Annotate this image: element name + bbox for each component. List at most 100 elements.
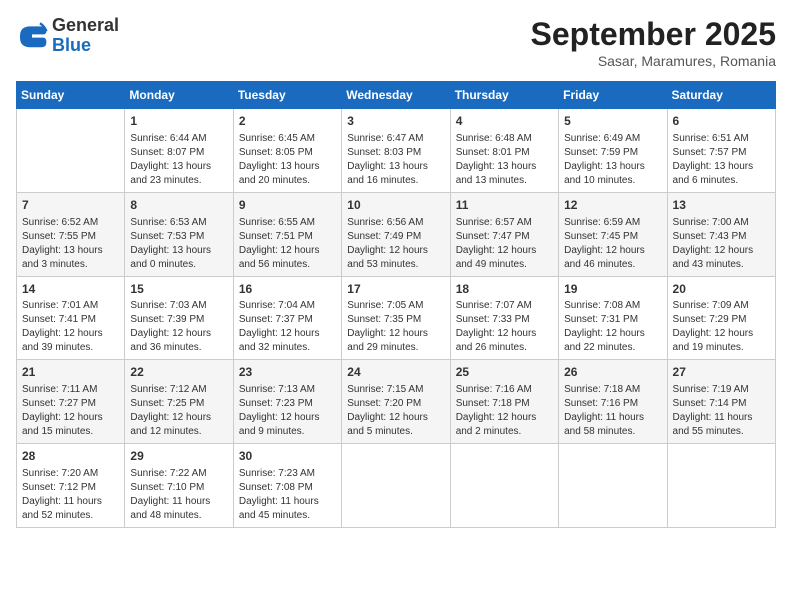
calendar-day-cell: 9 Sunrise: 6:55 AM Sunset: 7:51 PM Daylig… (233, 192, 341, 276)
day-number: 17 (347, 281, 444, 298)
day-info: Sunrise: 6:52 AM Sunset: 7:55 PM Dayligh… (22, 216, 119, 272)
calendar-day-cell: 17Sunrise: 7:05 AM Sunset: 7:35 PM Dayli… (342, 276, 450, 360)
calendar-day-cell: 19Sunrise: 7:08 AM Sunset: 7:31 PM Dayli… (559, 276, 667, 360)
calendar-day-cell: 23Sunrise: 7:13 AM Sunset: 7:23 PM Dayli… (233, 360, 341, 444)
day-number: 13 (673, 197, 770, 214)
calendar-day-cell (559, 444, 667, 528)
weekday-header-cell: Wednesday (342, 82, 450, 109)
day-info: Sunrise: 7:16 AM Sunset: 7:18 PM Dayligh… (456, 383, 553, 439)
weekday-header-cell: Monday (125, 82, 233, 109)
day-number: 23 (239, 364, 336, 381)
calendar-week-row: 21Sunrise: 7:11 AM Sunset: 7:27 PM Dayli… (17, 360, 776, 444)
day-info: Sunrise: 7:22 AM Sunset: 7:10 PM Dayligh… (130, 467, 227, 523)
day-info: Sunrise: 6:55 AM Sunset: 7:51 PM Dayligh… (239, 216, 336, 272)
day-number: 4 (456, 113, 553, 130)
day-number: 24 (347, 364, 444, 381)
day-info: Sunrise: 7:20 AM Sunset: 7:12 PM Dayligh… (22, 467, 119, 523)
calendar-day-cell: 18Sunrise: 7:07 AM Sunset: 7:33 PM Dayli… (450, 276, 558, 360)
calendar-week-row: 1Sunrise: 6:44 AM Sunset: 8:07 PM Daylig… (17, 109, 776, 193)
calendar-day-cell: 29 Sunrise: 7:22 AM Sunset: 7:10 PM Dayli… (125, 444, 233, 528)
calendar-week-row: 7 Sunrise: 6:52 AM Sunset: 7:55 PM Daylig… (17, 192, 776, 276)
calendar-day-cell: 16Sunrise: 7:04 AM Sunset: 7:37 PM Dayli… (233, 276, 341, 360)
day-info: Sunrise: 7:15 AM Sunset: 7:20 PM Dayligh… (347, 383, 444, 439)
day-info: Sunrise: 6:45 AM Sunset: 8:05 PM Dayligh… (239, 132, 336, 188)
day-number: 18 (456, 281, 553, 298)
day-info: Sunrise: 6:48 AM Sunset: 8:01 PM Dayligh… (456, 132, 553, 188)
calendar-day-cell: 30 Sunrise: 7:23 AM Sunset: 7:08 PM Dayli… (233, 444, 341, 528)
weekday-header-cell: Saturday (667, 82, 775, 109)
weekday-header-row: SundayMondayTuesdayWednesdayThursdayFrid… (17, 82, 776, 109)
calendar-body: 1Sunrise: 6:44 AM Sunset: 8:07 PM Daylig… (17, 109, 776, 528)
calendar-day-cell (17, 109, 125, 193)
day-info: Sunrise: 7:09 AM Sunset: 7:29 PM Dayligh… (673, 299, 770, 355)
calendar-day-cell: 5 Sunrise: 6:49 AM Sunset: 7:59 PM Daylig… (559, 109, 667, 193)
calendar-day-cell: 21Sunrise: 7:11 AM Sunset: 7:27 PM Dayli… (17, 360, 125, 444)
calendar-day-cell: 2 Sunrise: 6:45 AM Sunset: 8:05 PM Daylig… (233, 109, 341, 193)
day-info: Sunrise: 6:59 AM Sunset: 7:45 PM Dayligh… (564, 216, 661, 272)
day-number: 7 (22, 197, 119, 214)
day-info: Sunrise: 7:04 AM Sunset: 7:37 PM Dayligh… (239, 299, 336, 355)
logo: General Blue (16, 16, 119, 56)
day-number: 20 (673, 281, 770, 298)
location-subtitle: Sasar, Maramures, Romania (531, 53, 776, 69)
day-info: Sunrise: 7:23 AM Sunset: 7:08 PM Dayligh… (239, 467, 336, 523)
calendar-day-cell: 7 Sunrise: 6:52 AM Sunset: 7:55 PM Daylig… (17, 192, 125, 276)
day-number: 25 (456, 364, 553, 381)
calendar-day-cell: 1Sunrise: 6:44 AM Sunset: 8:07 PM Daylig… (125, 109, 233, 193)
weekday-header-cell: Thursday (450, 82, 558, 109)
day-number: 11 (456, 197, 553, 214)
day-info: Sunrise: 7:07 AM Sunset: 7:33 PM Dayligh… (456, 299, 553, 355)
calendar-day-cell: 26 Sunrise: 7:18 AM Sunset: 7:16 PM Dayli… (559, 360, 667, 444)
day-info: Sunrise: 6:47 AM Sunset: 8:03 PM Dayligh… (347, 132, 444, 188)
calendar-day-cell (450, 444, 558, 528)
page-header: General Blue September 2025 Sasar, Maram… (16, 16, 776, 69)
day-info: Sunrise: 7:18 AM Sunset: 7:16 PM Dayligh… (564, 383, 661, 439)
day-info: Sunrise: 7:12 AM Sunset: 7:25 PM Dayligh… (130, 383, 227, 439)
day-number: 28 (22, 448, 119, 465)
day-number: 27 (673, 364, 770, 381)
logo-text: General Blue (52, 16, 119, 56)
day-info: Sunrise: 6:56 AM Sunset: 7:49 PM Dayligh… (347, 216, 444, 272)
calendar-day-cell: 22 Sunrise: 7:12 AM Sunset: 7:25 PM Dayli… (125, 360, 233, 444)
day-number: 26 (564, 364, 661, 381)
day-number: 3 (347, 113, 444, 130)
calendar-day-cell: 13 Sunrise: 7:00 AM Sunset: 7:43 PM Dayli… (667, 192, 775, 276)
calendar-week-row: 28 Sunrise: 7:20 AM Sunset: 7:12 PM Dayli… (17, 444, 776, 528)
weekday-header-cell: Sunday (17, 82, 125, 109)
day-info: Sunrise: 6:57 AM Sunset: 7:47 PM Dayligh… (456, 216, 553, 272)
weekday-header-cell: Tuesday (233, 82, 341, 109)
day-info: Sunrise: 7:03 AM Sunset: 7:39 PM Dayligh… (130, 299, 227, 355)
calendar-day-cell: 3 Sunrise: 6:47 AM Sunset: 8:03 PM Daylig… (342, 109, 450, 193)
day-number: 15 (130, 281, 227, 298)
calendar-table: SundayMondayTuesdayWednesdayThursdayFrid… (16, 81, 776, 528)
title-block: September 2025 Sasar, Maramures, Romania (531, 16, 776, 69)
day-info: Sunrise: 7:00 AM Sunset: 7:43 PM Dayligh… (673, 216, 770, 272)
day-number: 6 (673, 113, 770, 130)
day-number: 9 (239, 197, 336, 214)
day-info: Sunrise: 7:11 AM Sunset: 7:27 PM Dayligh… (22, 383, 119, 439)
calendar-day-cell: 25 Sunrise: 7:16 AM Sunset: 7:18 PM Dayli… (450, 360, 558, 444)
calendar-day-cell: 8 Sunrise: 6:53 AM Sunset: 7:53 PM Daylig… (125, 192, 233, 276)
day-number: 12 (564, 197, 661, 214)
day-info: Sunrise: 7:05 AM Sunset: 7:35 PM Dayligh… (347, 299, 444, 355)
day-number: 30 (239, 448, 336, 465)
day-number: 2 (239, 113, 336, 130)
day-number: 5 (564, 113, 661, 130)
day-number: 19 (564, 281, 661, 298)
calendar-day-cell: 4 Sunrise: 6:48 AM Sunset: 8:01 PM Daylig… (450, 109, 558, 193)
day-number: 22 (130, 364, 227, 381)
calendar-day-cell: 24 Sunrise: 7:15 AM Sunset: 7:20 PM Dayli… (342, 360, 450, 444)
calendar-day-cell: 27Sunrise: 7:19 AM Sunset: 7:14 PM Dayli… (667, 360, 775, 444)
day-number: 29 (130, 448, 227, 465)
day-info: Sunrise: 6:53 AM Sunset: 7:53 PM Dayligh… (130, 216, 227, 272)
day-info: Sunrise: 7:08 AM Sunset: 7:31 PM Dayligh… (564, 299, 661, 355)
day-number: 16 (239, 281, 336, 298)
day-info: Sunrise: 6:51 AM Sunset: 7:57 PM Dayligh… (673, 132, 770, 188)
day-info: Sunrise: 6:49 AM Sunset: 7:59 PM Dayligh… (564, 132, 661, 188)
day-number: 8 (130, 197, 227, 214)
calendar-day-cell: 11 Sunrise: 6:57 AM Sunset: 7:47 PM Dayli… (450, 192, 558, 276)
logo-icon (16, 20, 48, 52)
weekday-header-cell: Friday (559, 82, 667, 109)
calendar-day-cell (342, 444, 450, 528)
calendar-day-cell: 6 Sunrise: 6:51 AM Sunset: 7:57 PM Daylig… (667, 109, 775, 193)
